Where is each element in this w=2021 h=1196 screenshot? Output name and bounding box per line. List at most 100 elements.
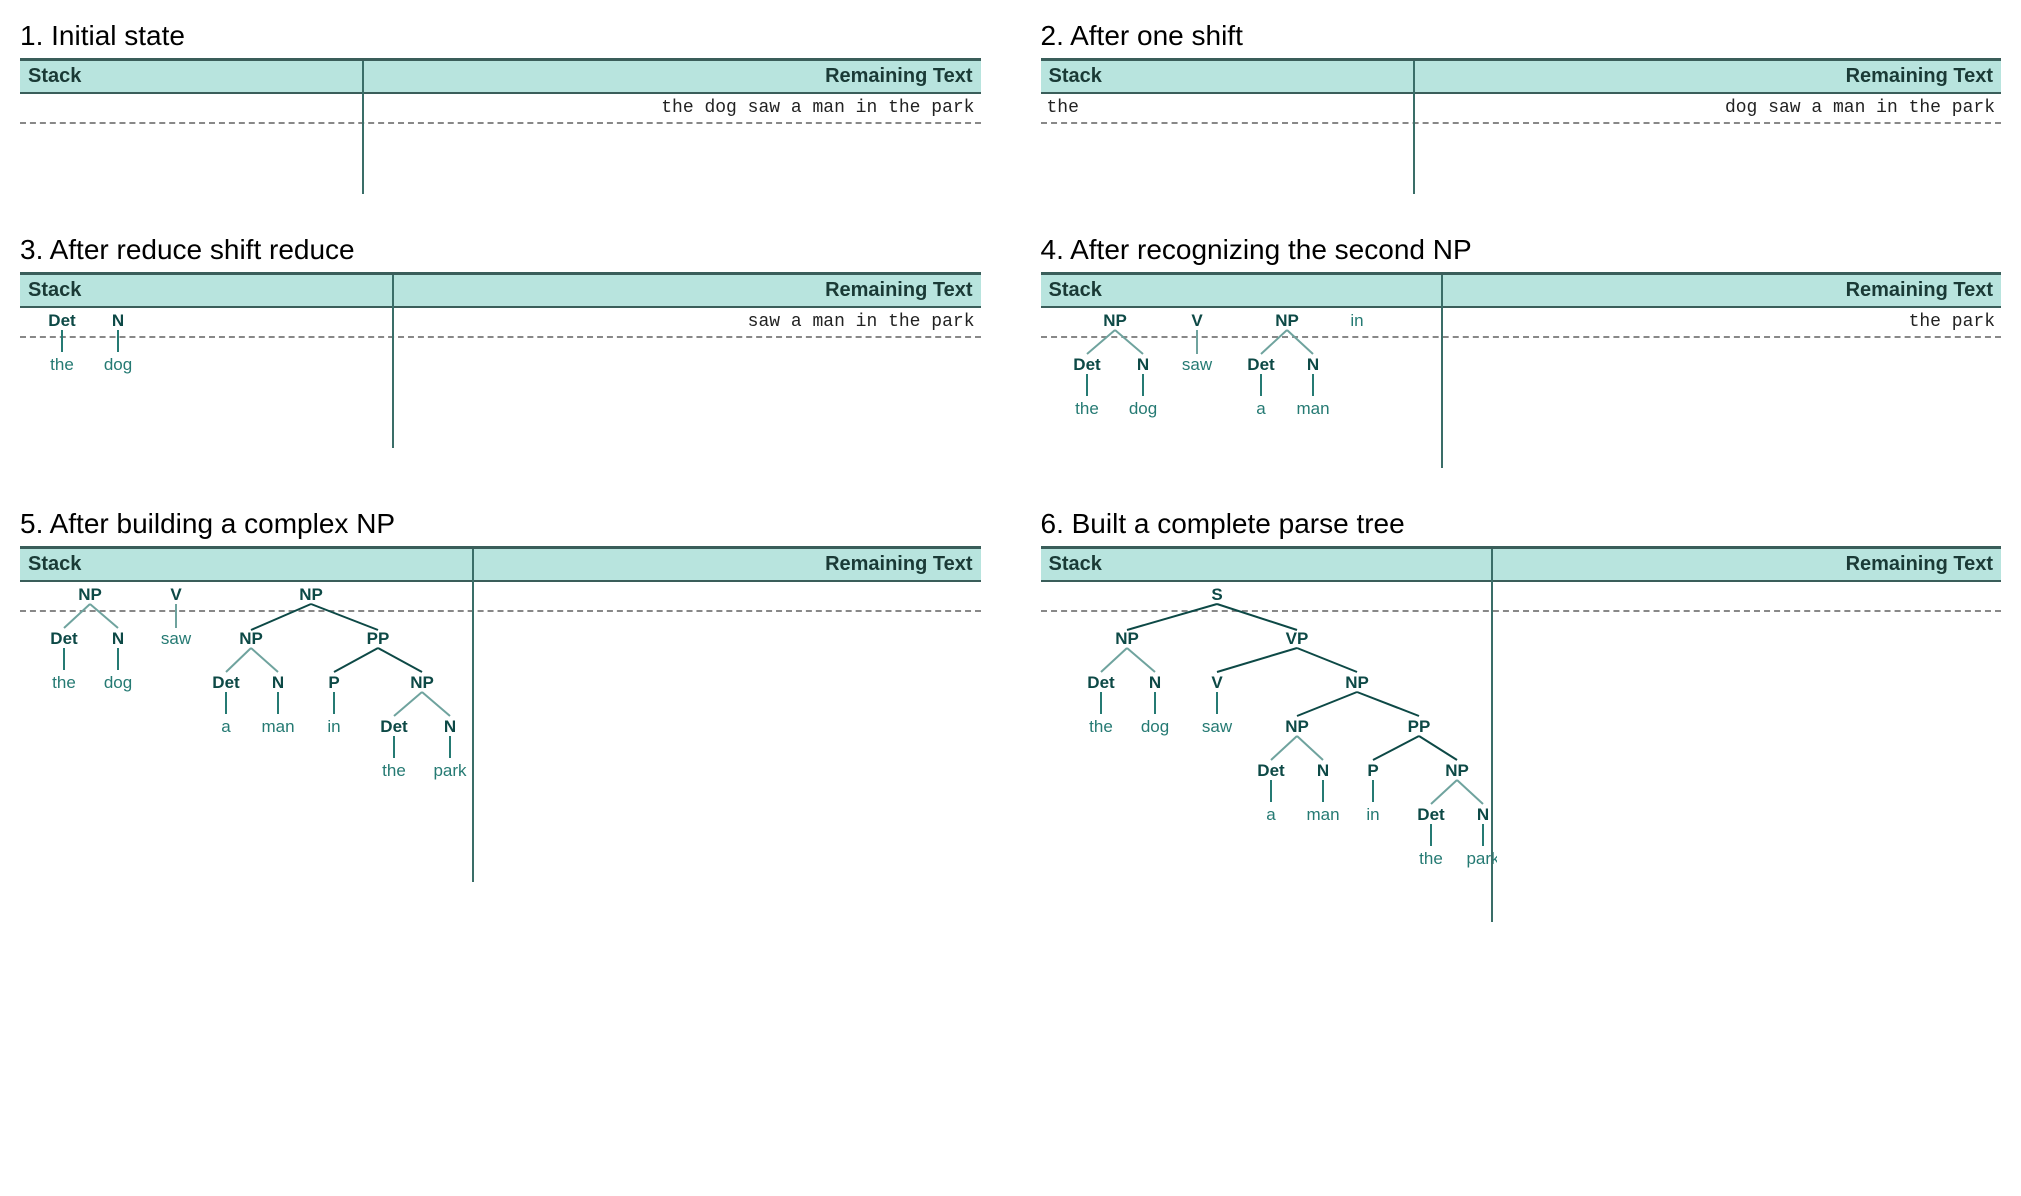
- state-table: StackRemaining TextNPDetNthedogVsawNPNPD…: [20, 546, 981, 882]
- svg-text:NP: NP: [1445, 761, 1469, 780]
- panel-4: 4. After recognizing the second NP StackR…: [1041, 234, 2002, 468]
- svg-text:V: V: [170, 585, 182, 604]
- svg-text:N: N: [112, 311, 124, 330]
- panel-2: 2. After one shift StackRemaining Text dog…: [1041, 20, 2002, 194]
- svg-text:a: a: [1266, 805, 1276, 824]
- column-divider: [362, 61, 364, 194]
- svg-text:saw: saw: [1201, 717, 1232, 736]
- svg-text:Det: Det: [380, 717, 408, 736]
- svg-text:Det: Det: [1073, 355, 1101, 374]
- svg-text:the: the: [1089, 717, 1113, 736]
- svg-text:the: the: [52, 673, 76, 692]
- svg-text:in: in: [1350, 311, 1363, 330]
- svg-text:N: N: [444, 717, 456, 736]
- svg-text:NP: NP: [1115, 629, 1139, 648]
- svg-text:PP: PP: [367, 629, 390, 648]
- svg-text:park: park: [433, 761, 467, 780]
- svg-text:NP: NP: [1285, 717, 1309, 736]
- svg-text:the: the: [1075, 399, 1099, 418]
- header-stack: Stack: [1041, 275, 1441, 306]
- svg-text:saw: saw: [1181, 355, 1212, 374]
- svg-text:NP: NP: [410, 673, 434, 692]
- remaining-text: the dog saw a man in the park: [661, 98, 974, 118]
- svg-text:man: man: [261, 717, 294, 736]
- panel-title: 3. After reduce shift reduce: [20, 234, 981, 266]
- svg-text:V: V: [1191, 311, 1203, 330]
- svg-text:the: the: [1419, 849, 1443, 868]
- svg-text:Det: Det: [212, 673, 240, 692]
- panel-title: 6. Built a complete parse tree: [1041, 508, 2002, 540]
- svg-text:N: N: [112, 629, 124, 648]
- parse-tree: SNPDetNthedogVPVsawNPNPDetNamanPPPinNPDe…: [1041, 582, 2002, 912]
- header-stack: Stack: [20, 61, 362, 92]
- svg-text:a: a: [1256, 399, 1266, 418]
- panel-title: 4. After recognizing the second NP: [1041, 234, 2002, 266]
- svg-text:VP: VP: [1285, 629, 1308, 648]
- svg-text:Det: Det: [50, 629, 78, 648]
- panel-title: 5. After building a complex NP: [20, 508, 981, 540]
- svg-text:Det: Det: [48, 311, 76, 330]
- svg-text:N: N: [1316, 761, 1328, 780]
- header-remaining: Remaining Text: [1413, 61, 2002, 92]
- column-divider: [1413, 61, 1415, 194]
- header-remaining: Remaining Text: [472, 549, 981, 580]
- svg-text:PP: PP: [1407, 717, 1430, 736]
- column-divider: [1441, 275, 1443, 468]
- svg-text:man: man: [1296, 399, 1329, 418]
- remaining-text: dog saw a man in the park: [1725, 98, 1995, 118]
- panel-5: 5. After building a complex NP StackRemai…: [20, 508, 981, 922]
- state-table: StackRemaining Textsaw a man in the park…: [20, 272, 981, 448]
- svg-text:NP: NP: [1275, 311, 1299, 330]
- header-remaining: Remaining Text: [1441, 275, 2002, 306]
- header-stack: Stack: [1041, 549, 1491, 580]
- svg-text:Det: Det: [1087, 673, 1115, 692]
- header-remaining: Remaining Text: [392, 275, 981, 306]
- panel-3: 3. After reduce shift reduce StackRemaini…: [20, 234, 981, 468]
- svg-text:S: S: [1211, 585, 1222, 604]
- stack-text: the: [1047, 98, 1079, 118]
- svg-text:Det: Det: [1257, 761, 1285, 780]
- parse-tree: NPDetNthedogVsawNPNPDetNamanPPPinNPDetNt…: [20, 582, 981, 872]
- svg-text:NP: NP: [78, 585, 102, 604]
- svg-text:Det: Det: [1247, 355, 1275, 374]
- column-divider: [392, 275, 394, 448]
- column-divider: [1491, 549, 1493, 922]
- state-table: StackRemaining Textthe parkNPDetNthedogV…: [1041, 272, 2002, 468]
- svg-text:NP: NP: [239, 629, 263, 648]
- panel-title: 1. Initial state: [20, 20, 981, 52]
- svg-text:Det: Det: [1417, 805, 1445, 824]
- state-table: StackRemaining TextSNPDetNthedogVPVsawNP…: [1041, 546, 2002, 922]
- svg-text:NP: NP: [299, 585, 323, 604]
- svg-text:P: P: [328, 673, 339, 692]
- parse-tree: Det Nthe dog: [20, 308, 981, 418]
- parse-tree: NPDetNthedogVsawNPDetNamanin: [1041, 308, 2002, 458]
- svg-text:N: N: [1476, 805, 1488, 824]
- svg-text:N: N: [1148, 673, 1160, 692]
- svg-text:the: the: [50, 355, 74, 374]
- svg-text:in: in: [1366, 805, 1379, 824]
- state-table: StackRemaining Textthe dog saw a man in …: [20, 58, 981, 194]
- panel-6: 6. Built a complete parse treeStackRemai…: [1041, 508, 2002, 922]
- state-table: StackRemaining Text dog saw a man in the …: [1041, 58, 2002, 194]
- panel-1: 1. Initial state StackRemaining Textthe d…: [20, 20, 981, 194]
- svg-text:dog: dog: [104, 355, 132, 374]
- header-stack: Stack: [1041, 61, 1413, 92]
- svg-text:in: in: [327, 717, 340, 736]
- header-stack: Stack: [20, 275, 392, 306]
- svg-text:N: N: [1306, 355, 1318, 374]
- svg-text:NP: NP: [1345, 673, 1369, 692]
- svg-text:a: a: [221, 717, 231, 736]
- header-stack: Stack: [20, 549, 472, 580]
- svg-text:P: P: [1367, 761, 1378, 780]
- svg-text:dog: dog: [104, 673, 132, 692]
- svg-text:N: N: [272, 673, 284, 692]
- svg-text:V: V: [1211, 673, 1223, 692]
- panel-title: 2. After one shift: [1041, 20, 2002, 52]
- column-divider: [472, 549, 474, 882]
- svg-text:saw: saw: [161, 629, 192, 648]
- svg-text:the: the: [382, 761, 406, 780]
- svg-text:dog: dog: [1140, 717, 1168, 736]
- svg-text:dog: dog: [1128, 399, 1156, 418]
- svg-text:man: man: [1306, 805, 1339, 824]
- svg-text:N: N: [1136, 355, 1148, 374]
